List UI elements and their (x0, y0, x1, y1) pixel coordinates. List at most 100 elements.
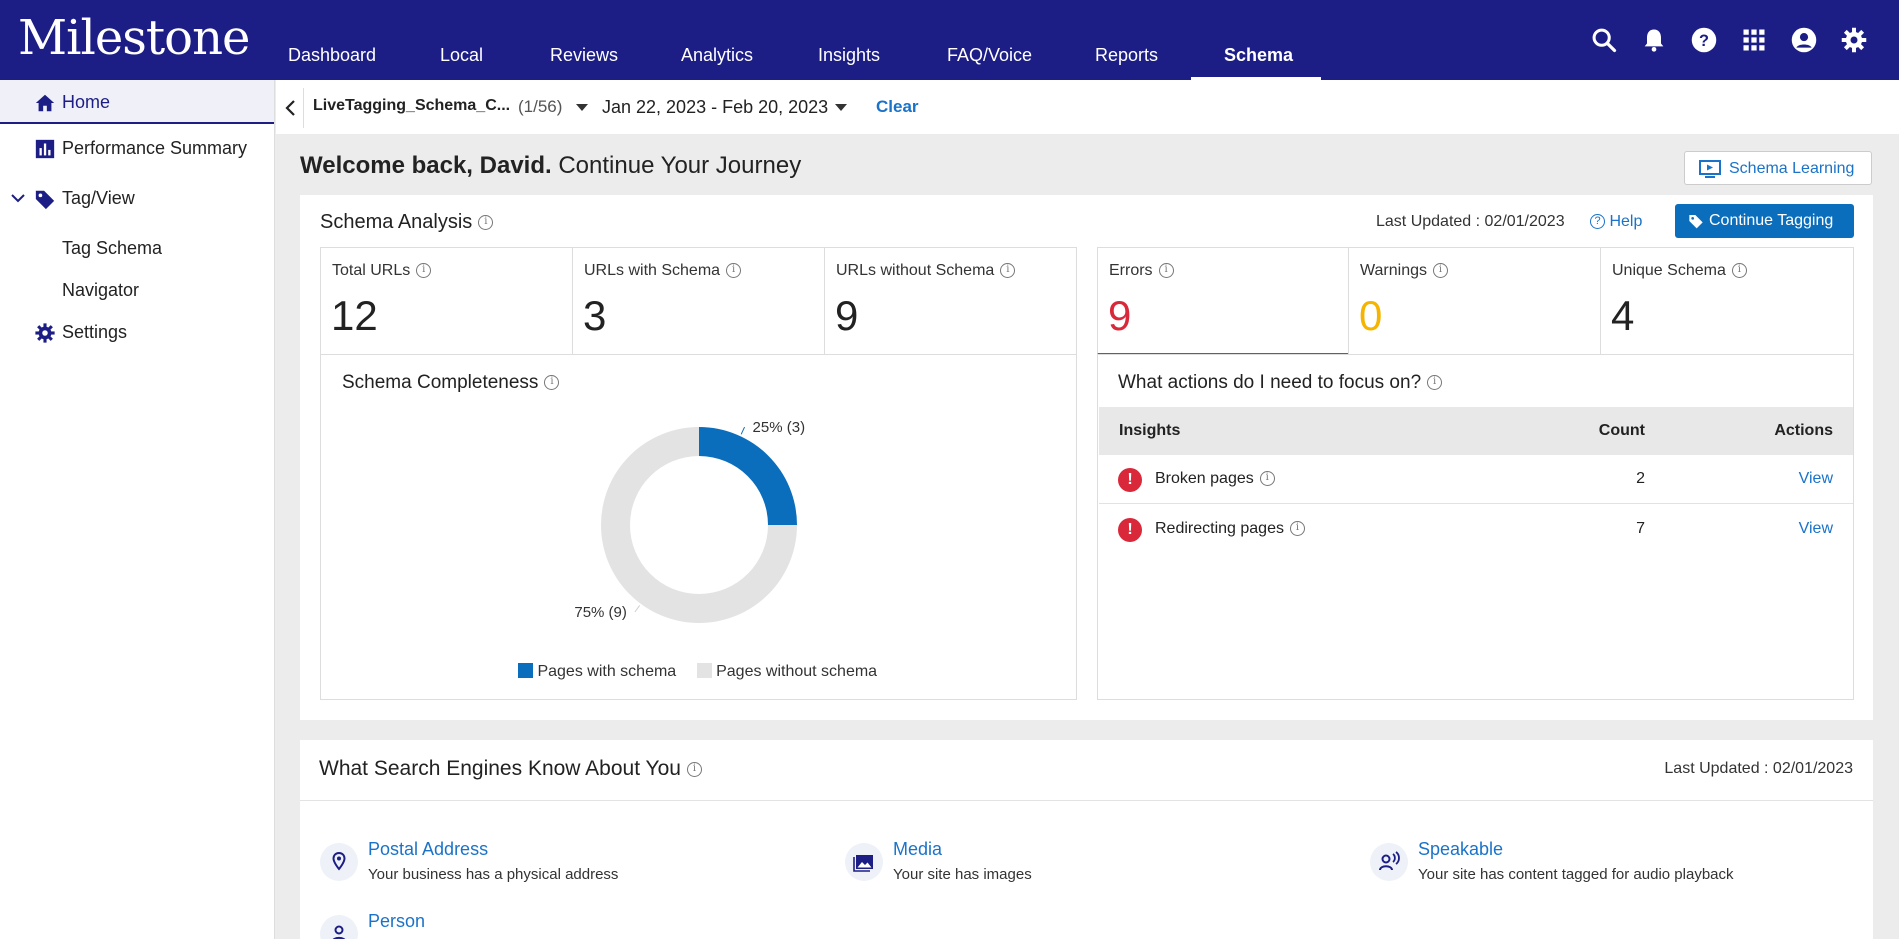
info-icon[interactable]: i (686, 761, 702, 777)
site-count: (1/56) (518, 97, 563, 116)
info-icon[interactable]: i (1432, 263, 1448, 279)
actions-table-header: Insights Count Actions (1099, 407, 1853, 455)
donut-slice-with-schema[interactable] (699, 427, 797, 525)
search-engines-title-text: What Search Engines Know About You (319, 757, 681, 780)
schema-analysis-title-text: Schema Analysis (320, 211, 473, 233)
legend-swatch-without-schema (696, 663, 712, 678)
schema-type-title[interactable]: Person (368, 911, 425, 932)
nav-tab-local[interactable]: Local (440, 0, 483, 80)
sidebar: Home Performance Summary Tag/View Tag Sc… (0, 80, 275, 939)
sidebar-item-label: Tag/View (62, 188, 135, 208)
sidebar-item-performance-summary[interactable]: Performance Summary (0, 126, 274, 170)
brand-logo[interactable]: Milestone (18, 10, 250, 66)
schema-analysis-title: Schema Analysis i (320, 211, 494, 234)
schema-learning-button[interactable]: Schema Learning (1684, 151, 1872, 185)
schema-type-desc: Your site has content tagged for audio p… (1418, 866, 1734, 883)
chevron-left-icon (285, 100, 295, 116)
stat-value: 9 (1108, 292, 1132, 339)
stat-value: 12 (331, 292, 378, 339)
divider (300, 800, 1873, 801)
stat-label: URLs without Schema (836, 262, 995, 279)
caret-down-icon[interactable] (576, 104, 588, 112)
sidebar-item-settings[interactable]: Settings (0, 310, 274, 354)
schema-type-person[interactable]: Person (320, 911, 820, 939)
schema-completeness-panel: Schema Completeness i 25% (3) 75% (9) Page… (320, 354, 1077, 700)
site-selector[interactable]: LiveTagging_Schema_C... (313, 97, 510, 115)
nav-tab-faq-voice[interactable]: FAQ/Voice (947, 0, 1032, 80)
actions-title-text: What actions do I need to focus on? (1118, 372, 1422, 393)
slice-label-with-schema: 25% (3) (753, 419, 806, 436)
apps-grid-icon[interactable] (1740, 26, 1768, 54)
clear-filter-link[interactable]: Clear (876, 97, 919, 117)
svg-text:?: ? (1699, 32, 1709, 50)
nav-tab-dashboard[interactable]: Dashboard (288, 0, 376, 80)
stat-label: Unique Schema (1612, 262, 1726, 279)
info-icon[interactable]: i (726, 263, 742, 279)
location-pin-icon (320, 843, 358, 881)
stat-value: 9 (835, 292, 859, 339)
info-icon[interactable]: i (1427, 375, 1443, 391)
stat-errors[interactable]: Errors i 9 (1097, 247, 1349, 355)
video-screen-icon (1699, 160, 1721, 178)
schema-type-media[interactable]: Media Your site has images (845, 839, 1345, 899)
date-range-selector[interactable]: Jan 22, 2023 - Feb 20, 2023 (602, 97, 828, 118)
sidebar-item-tag-view[interactable]: Tag/View (0, 176, 274, 220)
search-icon[interactable] (1590, 26, 1618, 54)
info-icon[interactable]: i (1289, 521, 1305, 537)
legend-label: Pages with schema (537, 663, 677, 680)
schema-type-title[interactable]: Media (893, 839, 942, 860)
view-link[interactable]: View (1799, 520, 1833, 538)
bell-icon[interactable] (1640, 26, 1668, 54)
view-link[interactable]: View (1799, 470, 1833, 488)
info-icon[interactable]: i (416, 263, 432, 279)
caret-down-icon[interactable] (835, 104, 847, 112)
legend-label: Pages without schema (716, 663, 878, 680)
stat-label: Warnings (1360, 262, 1427, 279)
stat-label: Errors (1109, 262, 1153, 279)
info-icon[interactable]: i (544, 375, 560, 391)
collapse-sidebar-button[interactable] (276, 88, 304, 128)
column-header-insights: Insights (1119, 422, 1181, 439)
table-row: ! Broken pages i 2 View (1099, 455, 1853, 504)
completeness-donut-chart: 25% (3) 75% (9) (574, 419, 806, 623)
column-header-count: Count (1598, 422, 1645, 439)
nav-tab-insights[interactable]: Insights (818, 0, 880, 80)
chevron-down-icon[interactable] (10, 190, 26, 206)
continue-tagging-button[interactable]: Continue Tagging (1675, 204, 1854, 238)
focus-actions-panel: What actions do I need to focus on? i Ins… (1097, 354, 1854, 700)
info-icon[interactable]: i (1000, 263, 1016, 279)
info-icon[interactable]: i (1731, 263, 1747, 279)
stat-unique-schema[interactable]: Unique Schema i 4 (1600, 247, 1854, 355)
help-link[interactable]: ? Help (1590, 213, 1642, 231)
chart-legend: Pages with schema Pages without schema (518, 663, 877, 681)
stat-label: URLs with Schema (584, 262, 721, 279)
stat-warnings[interactable]: Warnings i 0 (1348, 247, 1601, 355)
completeness-title: Schema Completeness i (342, 372, 560, 394)
nav-tab-reviews[interactable]: Reviews (550, 0, 618, 80)
help-link-label: Help (1609, 213, 1643, 230)
stat-label: Total URLs (332, 262, 411, 279)
info-icon[interactable]: i (1158, 263, 1174, 279)
completeness-title-text: Schema Completeness (342, 372, 539, 393)
bar-chart-icon (35, 139, 55, 159)
schema-type-desc: Your site has images (893, 866, 1032, 883)
schema-type-title[interactable]: Postal Address (368, 839, 488, 860)
stat-urls-with-schema: URLs with Schema i 3 (572, 247, 825, 355)
sidebar-item-navigator[interactable]: Navigator (0, 268, 274, 312)
info-icon[interactable]: i (478, 215, 494, 231)
account-icon[interactable] (1790, 26, 1818, 54)
last-updated-text: Last Updated : 02/01/2023 (1664, 760, 1853, 777)
schema-type-postal-address[interactable]: Postal Address Your business has a physi… (320, 839, 820, 899)
schema-type-speakable[interactable]: Speakable Your site has content tagged f… (1370, 839, 1870, 899)
sidebar-item-tag-schema[interactable]: Tag Schema (0, 226, 274, 270)
nav-tab-analytics[interactable]: Analytics (681, 0, 753, 80)
help-icon[interactable]: ? (1690, 26, 1718, 54)
info-icon[interactable]: i (1259, 471, 1275, 487)
nav-tab-schema[interactable]: Schema (1224, 0, 1293, 80)
schema-analysis-card: Schema Analysis i Last Updated : 02/01/20… (300, 195, 1873, 720)
slice-leader-line (740, 426, 746, 435)
nav-tab-reports[interactable]: Reports (1095, 0, 1158, 80)
schema-type-title[interactable]: Speakable (1418, 839, 1503, 860)
sidebar-item-home[interactable]: Home (0, 80, 274, 124)
gear-icon[interactable] (1840, 26, 1868, 54)
